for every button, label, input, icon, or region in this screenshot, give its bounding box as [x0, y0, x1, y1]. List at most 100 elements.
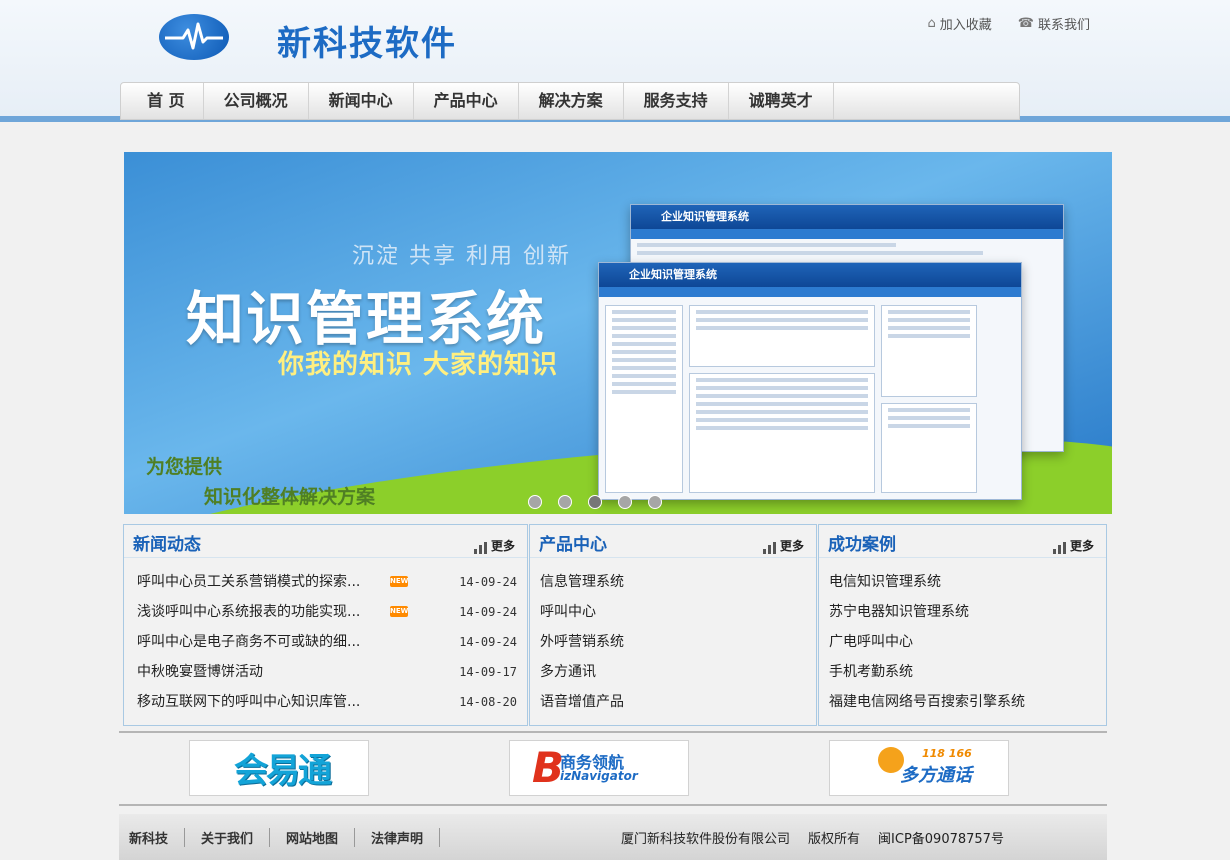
- products-box-header: 产品中心 更多: [530, 525, 816, 558]
- slide-dot-2[interactable]: [558, 495, 572, 509]
- cases-more-button[interactable]: 更多: [1052, 537, 1094, 554]
- news-item-title: 移动互联网下的呼叫中心知识库管...: [137, 694, 361, 710]
- top-links: ⌂ 加入收藏 ☎ 联系我们: [928, 14, 1091, 33]
- slide-dot-4[interactable]: [618, 495, 632, 509]
- slide-dot-1[interactable]: [528, 495, 542, 509]
- slide-dot-5[interactable]: [648, 495, 662, 509]
- partner-logo-duofang[interactable]: 118 166 多方通话: [829, 740, 1009, 796]
- nav-item-news[interactable]: 新闻中心: [309, 83, 414, 119]
- new-badge-icon: NEW: [390, 606, 409, 617]
- case-item[interactable]: 手机考勤系统: [829, 657, 1096, 687]
- partner-huiyitong-text: 会易通: [234, 751, 332, 791]
- bar-chart-icon: [762, 542, 777, 554]
- products-more-button[interactable]: 更多: [762, 537, 804, 554]
- product-item[interactable]: 外呼营销系统: [540, 627, 806, 657]
- logo-icon[interactable]: [159, 14, 229, 60]
- products-box-title: 产品中心: [539, 535, 607, 555]
- cases-box: 成功案例 更多 电信知识管理系统 苏宁电器知识管理系统 广电呼叫中心 手机考勤系…: [818, 524, 1107, 726]
- news-item-date: 14-09-24: [459, 635, 517, 649]
- nav-item-careers[interactable]: 诚聘英才: [729, 83, 834, 119]
- news-box: 新闻动态 更多 呼叫中心员工关系营销模式的探索... NEW 14-09-24 浅谈…: [123, 524, 528, 726]
- news-more-button[interactable]: 更多: [473, 537, 515, 554]
- add-favorite-label: 加入收藏: [939, 18, 992, 33]
- news-item[interactable]: 移动互联网下的呼叫中心知识库管... 14-08-20: [137, 687, 517, 717]
- product-item[interactable]: 语音增值产品: [540, 687, 806, 717]
- products-more-label: 更多: [779, 539, 804, 553]
- slide-dot-3[interactable]: [588, 495, 602, 509]
- nav-item-products[interactable]: 产品中心: [414, 83, 519, 119]
- news-more-label: 更多: [490, 539, 515, 553]
- product-item[interactable]: 信息管理系统: [540, 567, 806, 597]
- case-item[interactable]: 福建电信网络号百搜索引擎系统: [829, 687, 1096, 717]
- banner-subtitle: 你我的知识 大家的知识: [278, 350, 559, 380]
- partner-logo-biznavigator[interactable]: B 商务领航 izNavigator: [509, 740, 689, 796]
- banner-screenshot-panel-b: [689, 373, 875, 493]
- cases-list: 电信知识管理系统 苏宁电器知识管理系统 广电呼叫中心 手机考勤系统 福建电信网络…: [829, 567, 1096, 717]
- products-list: 信息管理系统 呼叫中心 外呼营销系统 多方通讯 语音增值产品: [540, 567, 806, 717]
- partner-duofang-text: 多方通话: [900, 765, 972, 786]
- news-list: 呼叫中心员工关系营销模式的探索... NEW 14-09-24 浅谈呼叫中心系统报表…: [137, 567, 517, 717]
- footer-link-home[interactable]: 新科技: [129, 828, 186, 847]
- logo-text[interactable]: 新科技软件: [277, 16, 457, 65]
- news-item[interactable]: 浅谈呼叫中心系统报表的功能实现... NEW 14-09-24: [137, 597, 517, 627]
- section-divider-top: [119, 731, 1107, 733]
- footer-icp[interactable]: 闽ICP备09078757号: [878, 828, 1004, 847]
- nav-item-support[interactable]: 服务支持: [624, 83, 729, 119]
- footer-link-sitemap[interactable]: 网站地图: [270, 828, 356, 847]
- banner-provide-line2: 知识化整体解决方案: [204, 486, 376, 508]
- footer-info: 厦门新科技软件股份有限公司 版权所有 闽ICP备09078757号: [621, 828, 1004, 847]
- add-favorite-link[interactable]: ⌂ 加入收藏: [928, 14, 992, 33]
- home-icon: ⌂: [927, 16, 936, 31]
- banner-screenshot-back-menu: [631, 229, 1063, 239]
- banner-screenshot-panel-a: [689, 305, 875, 367]
- cases-box-header: 成功案例 更多: [819, 525, 1106, 558]
- cases-box-title: 成功案例: [828, 535, 896, 555]
- news-item-title: 浅谈呼叫中心系统报表的功能实现...: [137, 604, 361, 620]
- news-item-date: 14-09-24: [459, 575, 517, 589]
- news-item[interactable]: 中秋晚宴暨博饼活动 14-09-17: [137, 657, 517, 687]
- partner-duofang-badge: 118 166: [922, 747, 972, 760]
- banner-tagline: 沉淀 共享 利用 创新: [352, 244, 571, 269]
- footer-company: 厦门新科技软件股份有限公司: [621, 832, 791, 847]
- nav-item-solutions[interactable]: 解决方案: [519, 83, 624, 119]
- products-box: 产品中心 更多 信息管理系统 呼叫中心 外呼营销系统 多方通讯 语音增值产品: [529, 524, 817, 726]
- news-item-title: 中秋晚宴暨博饼活动: [137, 664, 263, 680]
- case-item[interactable]: 广电呼叫中心: [829, 627, 1096, 657]
- footer-link-about[interactable]: 关于我们: [185, 828, 271, 847]
- contact-us-link[interactable]: ☎ 联系我们: [1018, 14, 1090, 33]
- cases-more-label: 更多: [1069, 539, 1094, 553]
- footer-rights: 版权所有: [808, 832, 861, 847]
- banner-screenshot-panel-c: [881, 305, 977, 397]
- footer-links: 新科技 关于我们 网站地图 法律声明: [129, 828, 441, 847]
- banner-screenshot-front: 企业知识管理系统: [598, 262, 1022, 500]
- nav-item-home[interactable]: 首 页: [121, 83, 204, 119]
- bar-chart-icon: [473, 542, 488, 554]
- new-badge-icon: NEW: [390, 576, 409, 587]
- case-item[interactable]: 苏宁电器知识管理系统: [829, 597, 1096, 627]
- contact-us-label: 联系我们: [1037, 18, 1090, 33]
- bar-chart-icon: [1052, 542, 1067, 554]
- news-item-date: 14-09-24: [459, 605, 517, 619]
- case-item[interactable]: 电信知识管理系统: [829, 567, 1096, 597]
- news-item[interactable]: 呼叫中心是电子商务不可或缺的细... 14-09-24: [137, 627, 517, 657]
- banner-slideshow[interactable]: 沉淀 共享 利用 创新 知识管理系统 你我的知识 大家的知识 为您提供 知识化整…: [124, 152, 1112, 514]
- news-box-title: 新闻动态: [133, 535, 201, 555]
- footer-link-legal[interactable]: 法律声明: [355, 828, 441, 847]
- phone-icon: ☎: [1017, 16, 1034, 31]
- slide-indicators: [528, 495, 662, 509]
- banner-screenshot-front-menu: [599, 287, 1021, 297]
- banner-screenshot-front-title: 企业知识管理系统: [599, 263, 1021, 287]
- news-item-title: 呼叫中心员工关系营销模式的探索...: [137, 574, 361, 590]
- product-item[interactable]: 呼叫中心: [540, 597, 806, 627]
- nav-item-company[interactable]: 公司概况: [204, 83, 309, 119]
- banner-screenshot-panel-d: [881, 403, 977, 493]
- banner-provide-line1: 为您提供: [146, 456, 223, 478]
- news-item[interactable]: 呼叫中心员工关系营销模式的探索... NEW 14-09-24: [137, 567, 517, 597]
- product-item[interactable]: 多方通讯: [540, 657, 806, 687]
- news-item-date: 14-08-20: [459, 695, 517, 709]
- banner-screenshot-back-title: 企业知识管理系统: [631, 205, 1063, 229]
- partner-biznavigator-sub: izNavigator: [560, 769, 638, 783]
- partner-logo-huiyitong[interactable]: 会易通: [189, 740, 369, 796]
- banner-screenshot-tree: [605, 305, 683, 493]
- main-nav: 首 页 公司概况 新闻中心 产品中心 解决方案 服务支持 诚聘英才: [120, 82, 1020, 120]
